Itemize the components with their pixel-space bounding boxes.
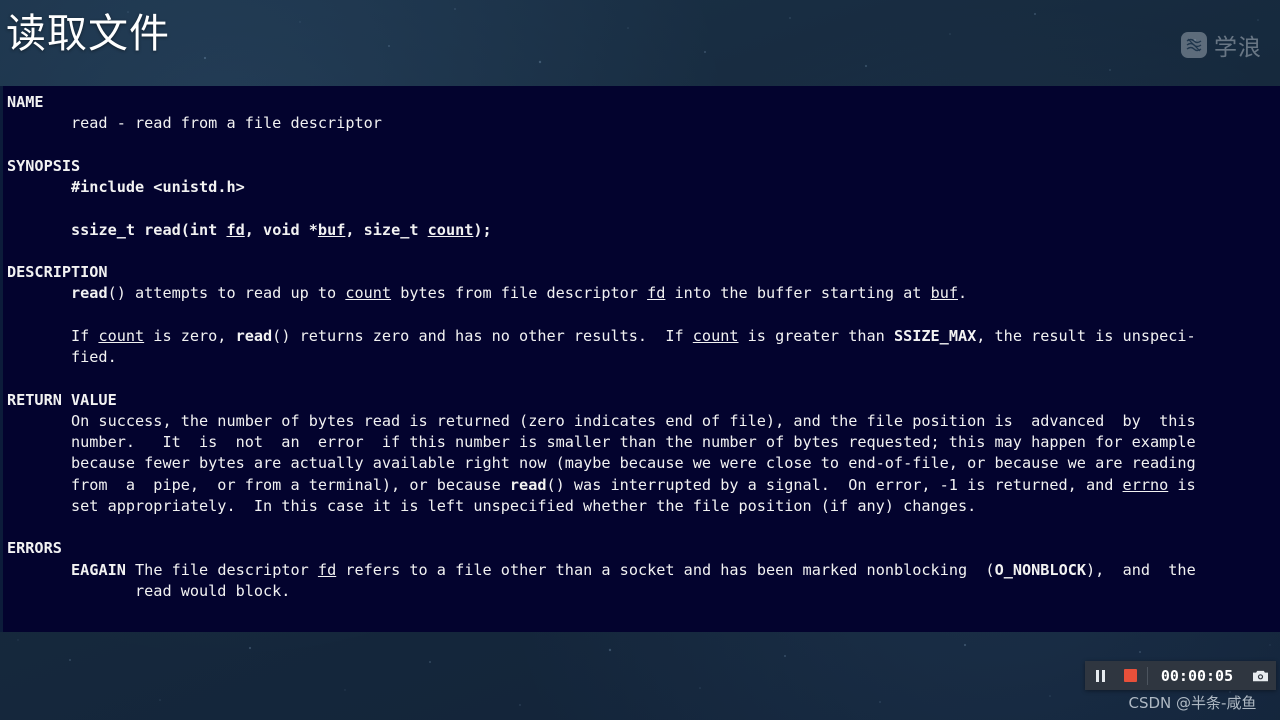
manpage-text: If: [7, 326, 99, 345]
manpage-text: , void *: [244, 220, 318, 239]
manpage-text: because fewer bytes are actually availab…: [7, 454, 1196, 473]
manpage-line: [7, 368, 1280, 389]
manpage-text: ), and the: [1086, 560, 1196, 579]
manpage-text: into the buffer starting at: [665, 284, 931, 303]
manpage-text: from a pipe, or from a terminal), or bec…: [7, 475, 510, 494]
manpage-line: read() attempts to read up to count byte…: [7, 283, 1280, 304]
brand-watermark: 学浪: [1181, 28, 1262, 62]
manpage-text: [7, 561, 71, 579]
manpage-section-heading: ERRORS: [7, 539, 62, 558]
manpage-text: , the result is unspeci-: [976, 326, 1196, 345]
manpage-line: number. It is not an error if this numbe…: [7, 432, 1280, 453]
manpage-line: ERRORS: [7, 538, 1280, 559]
manpage-text: is greater than: [738, 326, 894, 345]
manpage-line: set appropriately. In this case it is le…: [7, 496, 1280, 517]
manpage-text: () was interrupted by a signal. On error…: [546, 475, 1123, 494]
manpage-line: NAME: [7, 92, 1280, 113]
manpage-section-heading: DESCRIPTION: [7, 263, 108, 281]
manpage-line: #include <unistd.h>: [7, 177, 1280, 198]
manpage-text: read - read from a file descriptor: [7, 114, 382, 133]
manpage-text: refers to a file other than a socket and…: [336, 560, 995, 579]
manpage-line: DESCRIPTION: [7, 262, 1280, 283]
manpage-text: The file descriptor: [125, 560, 318, 579]
manpage-line: If count is zero, read() returns zero an…: [7, 326, 1280, 347]
manpage-text: , size_t: [345, 220, 428, 239]
manpage-text: read would block.: [7, 581, 291, 600]
manpage-text: bytes from file descriptor: [391, 284, 648, 303]
toolbar-divider: [1147, 666, 1148, 685]
manpage-line: because fewer bytes are actually availab…: [7, 453, 1280, 474]
manpage-text: count: [98, 326, 145, 345]
manpage-text: read: [235, 326, 273, 345]
pause-icon[interactable]: [1085, 661, 1115, 690]
manpage-line: On success, the number of bytes read is …: [7, 411, 1280, 432]
manpage-text: number. It is not an error if this numbe…: [7, 433, 1196, 451]
manpage-text: set appropriately. In this case it is le…: [7, 496, 977, 515]
manpage-text: count: [345, 284, 392, 303]
manpage-text: [7, 178, 71, 196]
manpage-line: [7, 517, 1280, 538]
manpage-text: SSIZE_MAX: [893, 326, 977, 345]
manpage-line: [7, 198, 1280, 219]
manpage-line: EAGAIN The file descriptor fd refers to …: [7, 560, 1280, 581]
manpage-text: fied.: [7, 348, 117, 366]
manpage-section-heading: SYNOPSIS: [7, 156, 81, 175]
brand-name: 学浪: [1214, 35, 1262, 61]
terminal-window[interactable]: NAME read - read from a file descriptor …: [0, 86, 1280, 632]
manpage-text: is zero,: [144, 326, 236, 345]
manpage-text: () attempts to read up to: [107, 284, 346, 303]
recording-timer: 00:00:05: [1160, 666, 1234, 685]
manpage-line: read - read from a file descriptor: [7, 113, 1280, 134]
manpage-text: count: [692, 326, 739, 345]
manpage-line: from a pipe, or from a terminal), or bec…: [7, 475, 1280, 496]
manpage-content: NAME read - read from a file descriptor …: [3, 86, 1280, 602]
manpage-text: errno: [1122, 475, 1169, 494]
manpage-line: fied.: [7, 347, 1280, 368]
manpage-text: On success, the number of bytes read is …: [7, 411, 1196, 430]
manpage-line: SYNOPSIS: [7, 156, 1280, 177]
manpage-line: [7, 135, 1280, 156]
manpage-text: fd: [226, 220, 245, 239]
manpage-text: fd: [317, 560, 337, 579]
manpage-line: ssize_t read(int fd, void *buf, size_t c…: [7, 220, 1280, 241]
manpage-text: buf: [930, 284, 958, 303]
manpage-text: #include <unistd.h>: [71, 178, 245, 196]
manpage-text: .: [958, 284, 968, 303]
manpage-text: ssize_t read(int: [71, 220, 227, 239]
camera-icon[interactable]: [1244, 661, 1276, 690]
manpage-text: O_NONBLOCK: [994, 560, 1086, 579]
manpage-line: read would block.: [7, 581, 1280, 602]
csdn-watermark: CSDN @半条-咸鱼: [1128, 694, 1257, 712]
manpage-text: EAGAIN: [71, 560, 126, 579]
manpage-line: RETURN VALUE: [7, 390, 1280, 411]
stop-recording-icon[interactable]: [1115, 661, 1145, 690]
page-title: 读取文件: [6, 11, 170, 57]
manpage-text: [7, 284, 71, 302]
manpage-text: read: [71, 284, 108, 303]
manpage-text: count: [427, 220, 474, 239]
manpage-text: is: [1168, 475, 1196, 494]
manpage-text: );: [473, 220, 492, 239]
manpage-text: buf: [317, 220, 346, 239]
screen-recorder-toolbar[interactable]: 00:00:05: [1085, 661, 1276, 690]
wave-logo-icon: [1181, 32, 1207, 58]
manpage-text: fd: [647, 284, 666, 303]
manpage-line: [7, 305, 1280, 326]
manpage-text: read: [509, 475, 547, 494]
manpage-text: [7, 221, 71, 239]
manpage-text: () returns zero and has no other results…: [272, 326, 693, 345]
manpage-line: [7, 241, 1280, 262]
manpage-section-heading: NAME: [7, 93, 44, 111]
manpage-section-heading: RETURN VALUE: [7, 390, 117, 409]
